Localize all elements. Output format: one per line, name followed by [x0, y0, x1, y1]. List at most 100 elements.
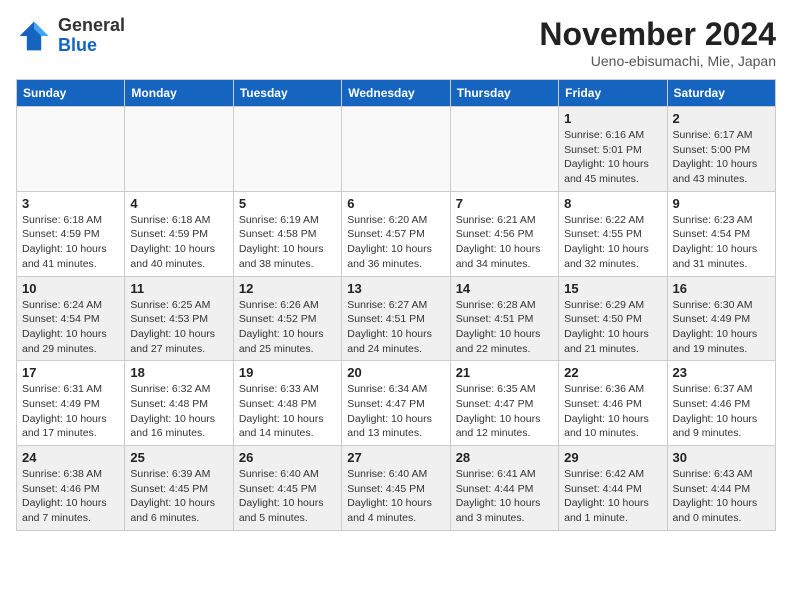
day-info: Sunrise: 6:34 AM Sunset: 4:47 PM Dayligh… — [347, 382, 444, 441]
day-number: 14 — [456, 281, 553, 296]
day-info: Sunrise: 6:37 AM Sunset: 4:46 PM Dayligh… — [673, 382, 770, 441]
calendar-cell: 18 Sunrise: 6:32 AM Sunset: 4:48 PM Dayli… — [125, 361, 233, 446]
calendar-cell: 26 Sunrise: 6:40 AM Sunset: 4:45 PM Dayli… — [233, 446, 341, 531]
calendar-cell: 9Sunrise: 6:23 AM Sunset: 4:54 PM Daylig… — [667, 191, 775, 276]
day-number: 30 — [673, 450, 770, 465]
calendar-cell: 22 Sunrise: 6:36 AM Sunset: 4:46 PM Dayli… — [559, 361, 667, 446]
calendar: SundayMondayTuesdayWednesdayThursdayFrid… — [16, 79, 776, 531]
calendar-week-row: 24Sunrise: 6:38 AM Sunset: 4:46 PM Dayli… — [17, 446, 776, 531]
logo-icon — [16, 18, 52, 54]
day-number: 21 — [456, 365, 553, 380]
day-info: Sunrise: 6:19 AM Sunset: 4:58 PM Dayligh… — [239, 213, 336, 272]
day-info: Sunrise: 6:27 AM Sunset: 4:51 PM Dayligh… — [347, 298, 444, 357]
calendar-cell: 14 Sunrise: 6:28 AM Sunset: 4:51 PM Dayli… — [450, 276, 558, 361]
day-number: 2 — [673, 111, 770, 126]
calendar-cell: 21 Sunrise: 6:35 AM Sunset: 4:47 PM Dayli… — [450, 361, 558, 446]
month-title: November 2024 — [539, 16, 776, 53]
calendar-cell: 6 Sunrise: 6:20 AM Sunset: 4:57 PM Daylig… — [342, 191, 450, 276]
title-block: November 2024 Ueno-ebisumachi, Mie, Japa… — [539, 16, 776, 69]
day-number: 20 — [347, 365, 444, 380]
calendar-cell: 24Sunrise: 6:38 AM Sunset: 4:46 PM Dayli… — [17, 446, 125, 531]
calendar-cell: 13 Sunrise: 6:27 AM Sunset: 4:51 PM Dayli… — [342, 276, 450, 361]
day-number: 25 — [130, 450, 227, 465]
calendar-cell: 7Sunrise: 6:21 AM Sunset: 4:56 PM Daylig… — [450, 191, 558, 276]
day-info: Sunrise: 6:40 AM Sunset: 4:45 PM Dayligh… — [239, 467, 336, 526]
day-info: Sunrise: 6:36 AM Sunset: 4:46 PM Dayligh… — [564, 382, 661, 441]
day-info: Sunrise: 6:16 AM Sunset: 5:01 PM Dayligh… — [564, 128, 661, 187]
day-info: Sunrise: 6:22 AM Sunset: 4:55 PM Dayligh… — [564, 213, 661, 272]
day-info: Sunrise: 6:40 AM Sunset: 4:45 PM Dayligh… — [347, 467, 444, 526]
day-number: 29 — [564, 450, 661, 465]
calendar-cell: 16 Sunrise: 6:30 AM Sunset: 4:49 PM Dayli… — [667, 276, 775, 361]
calendar-cell: 11 Sunrise: 6:25 AM Sunset: 4:53 PM Dayli… — [125, 276, 233, 361]
weekday-header: Thursday — [450, 80, 558, 107]
day-info: Sunrise: 6:17 AM Sunset: 5:00 PM Dayligh… — [673, 128, 770, 187]
day-number: 22 — [564, 365, 661, 380]
calendar-cell: 20 Sunrise: 6:34 AM Sunset: 4:47 PM Dayli… — [342, 361, 450, 446]
day-number: 10 — [22, 281, 119, 296]
calendar-cell — [17, 107, 125, 192]
logo-general: General — [58, 16, 125, 36]
weekday-header: Saturday — [667, 80, 775, 107]
calendar-cell: 10 Sunrise: 6:24 AM Sunset: 4:54 PM Dayli… — [17, 276, 125, 361]
day-info: Sunrise: 6:43 AM Sunset: 4:44 PM Dayligh… — [673, 467, 770, 526]
weekday-header: Sunday — [17, 80, 125, 107]
day-info: Sunrise: 6:18 AM Sunset: 4:59 PM Dayligh… — [22, 213, 119, 272]
day-number: 5 — [239, 196, 336, 211]
day-info: Sunrise: 6:18 AM Sunset: 4:59 PM Dayligh… — [130, 213, 227, 272]
day-info: Sunrise: 6:28 AM Sunset: 4:51 PM Dayligh… — [456, 298, 553, 357]
calendar-cell: 3 Sunrise: 6:18 AM Sunset: 4:59 PM Daylig… — [17, 191, 125, 276]
day-info: Sunrise: 6:20 AM Sunset: 4:57 PM Dayligh… — [347, 213, 444, 272]
day-number: 4 — [130, 196, 227, 211]
day-info: Sunrise: 6:35 AM Sunset: 4:47 PM Dayligh… — [456, 382, 553, 441]
day-info: Sunrise: 6:32 AM Sunset: 4:48 PM Dayligh… — [130, 382, 227, 441]
weekday-header: Tuesday — [233, 80, 341, 107]
calendar-cell — [342, 107, 450, 192]
day-info: Sunrise: 6:42 AM Sunset: 4:44 PM Dayligh… — [564, 467, 661, 526]
day-info: Sunrise: 6:39 AM Sunset: 4:45 PM Dayligh… — [130, 467, 227, 526]
day-info: Sunrise: 6:31 AM Sunset: 4:49 PM Dayligh… — [22, 382, 119, 441]
page-header: General Blue November 2024 Ueno-ebisumac… — [16, 16, 776, 69]
calendar-cell — [450, 107, 558, 192]
logo-blue: Blue — [58, 36, 125, 56]
day-number: 19 — [239, 365, 336, 380]
calendar-cell — [233, 107, 341, 192]
day-info: Sunrise: 6:41 AM Sunset: 4:44 PM Dayligh… — [456, 467, 553, 526]
calendar-cell: 15Sunrise: 6:29 AM Sunset: 4:50 PM Dayli… — [559, 276, 667, 361]
calendar-week-row: 17Sunrise: 6:31 AM Sunset: 4:49 PM Dayli… — [17, 361, 776, 446]
day-info: Sunrise: 6:29 AM Sunset: 4:50 PM Dayligh… — [564, 298, 661, 357]
calendar-cell: 29 Sunrise: 6:42 AM Sunset: 4:44 PM Dayli… — [559, 446, 667, 531]
day-info: Sunrise: 6:25 AM Sunset: 4:53 PM Dayligh… — [130, 298, 227, 357]
day-number: 23 — [673, 365, 770, 380]
day-number: 8 — [564, 196, 661, 211]
day-info: Sunrise: 6:24 AM Sunset: 4:54 PM Dayligh… — [22, 298, 119, 357]
day-number: 6 — [347, 196, 444, 211]
day-number: 26 — [239, 450, 336, 465]
calendar-cell: 8 Sunrise: 6:22 AM Sunset: 4:55 PM Daylig… — [559, 191, 667, 276]
day-info: Sunrise: 6:30 AM Sunset: 4:49 PM Dayligh… — [673, 298, 770, 357]
day-info: Sunrise: 6:23 AM Sunset: 4:54 PM Dayligh… — [673, 213, 770, 272]
calendar-cell: 4 Sunrise: 6:18 AM Sunset: 4:59 PM Daylig… — [125, 191, 233, 276]
calendar-week-row: 3 Sunrise: 6:18 AM Sunset: 4:59 PM Daylig… — [17, 191, 776, 276]
calendar-cell — [125, 107, 233, 192]
day-info: Sunrise: 6:33 AM Sunset: 4:48 PM Dayligh… — [239, 382, 336, 441]
day-number: 12 — [239, 281, 336, 296]
day-number: 1 — [564, 111, 661, 126]
day-number: 11 — [130, 281, 227, 296]
weekday-header: Wednesday — [342, 80, 450, 107]
day-number: 13 — [347, 281, 444, 296]
calendar-header-row: SundayMondayTuesdayWednesdayThursdayFrid… — [17, 80, 776, 107]
day-number: 16 — [673, 281, 770, 296]
calendar-cell: 25 Sunrise: 6:39 AM Sunset: 4:45 PM Dayli… — [125, 446, 233, 531]
day-number: 3 — [22, 196, 119, 211]
day-number: 24 — [22, 450, 119, 465]
day-number: 18 — [130, 365, 227, 380]
calendar-cell: 28 Sunrise: 6:41 AM Sunset: 4:44 PM Dayli… — [450, 446, 558, 531]
calendar-week-row: 1 Sunrise: 6:16 AM Sunset: 5:01 PM Daylig… — [17, 107, 776, 192]
calendar-cell: 27Sunrise: 6:40 AM Sunset: 4:45 PM Dayli… — [342, 446, 450, 531]
calendar-cell: 2 Sunrise: 6:17 AM Sunset: 5:00 PM Daylig… — [667, 107, 775, 192]
day-info: Sunrise: 6:26 AM Sunset: 4:52 PM Dayligh… — [239, 298, 336, 357]
calendar-week-row: 10 Sunrise: 6:24 AM Sunset: 4:54 PM Dayli… — [17, 276, 776, 361]
calendar-cell: 5 Sunrise: 6:19 AM Sunset: 4:58 PM Daylig… — [233, 191, 341, 276]
day-number: 28 — [456, 450, 553, 465]
